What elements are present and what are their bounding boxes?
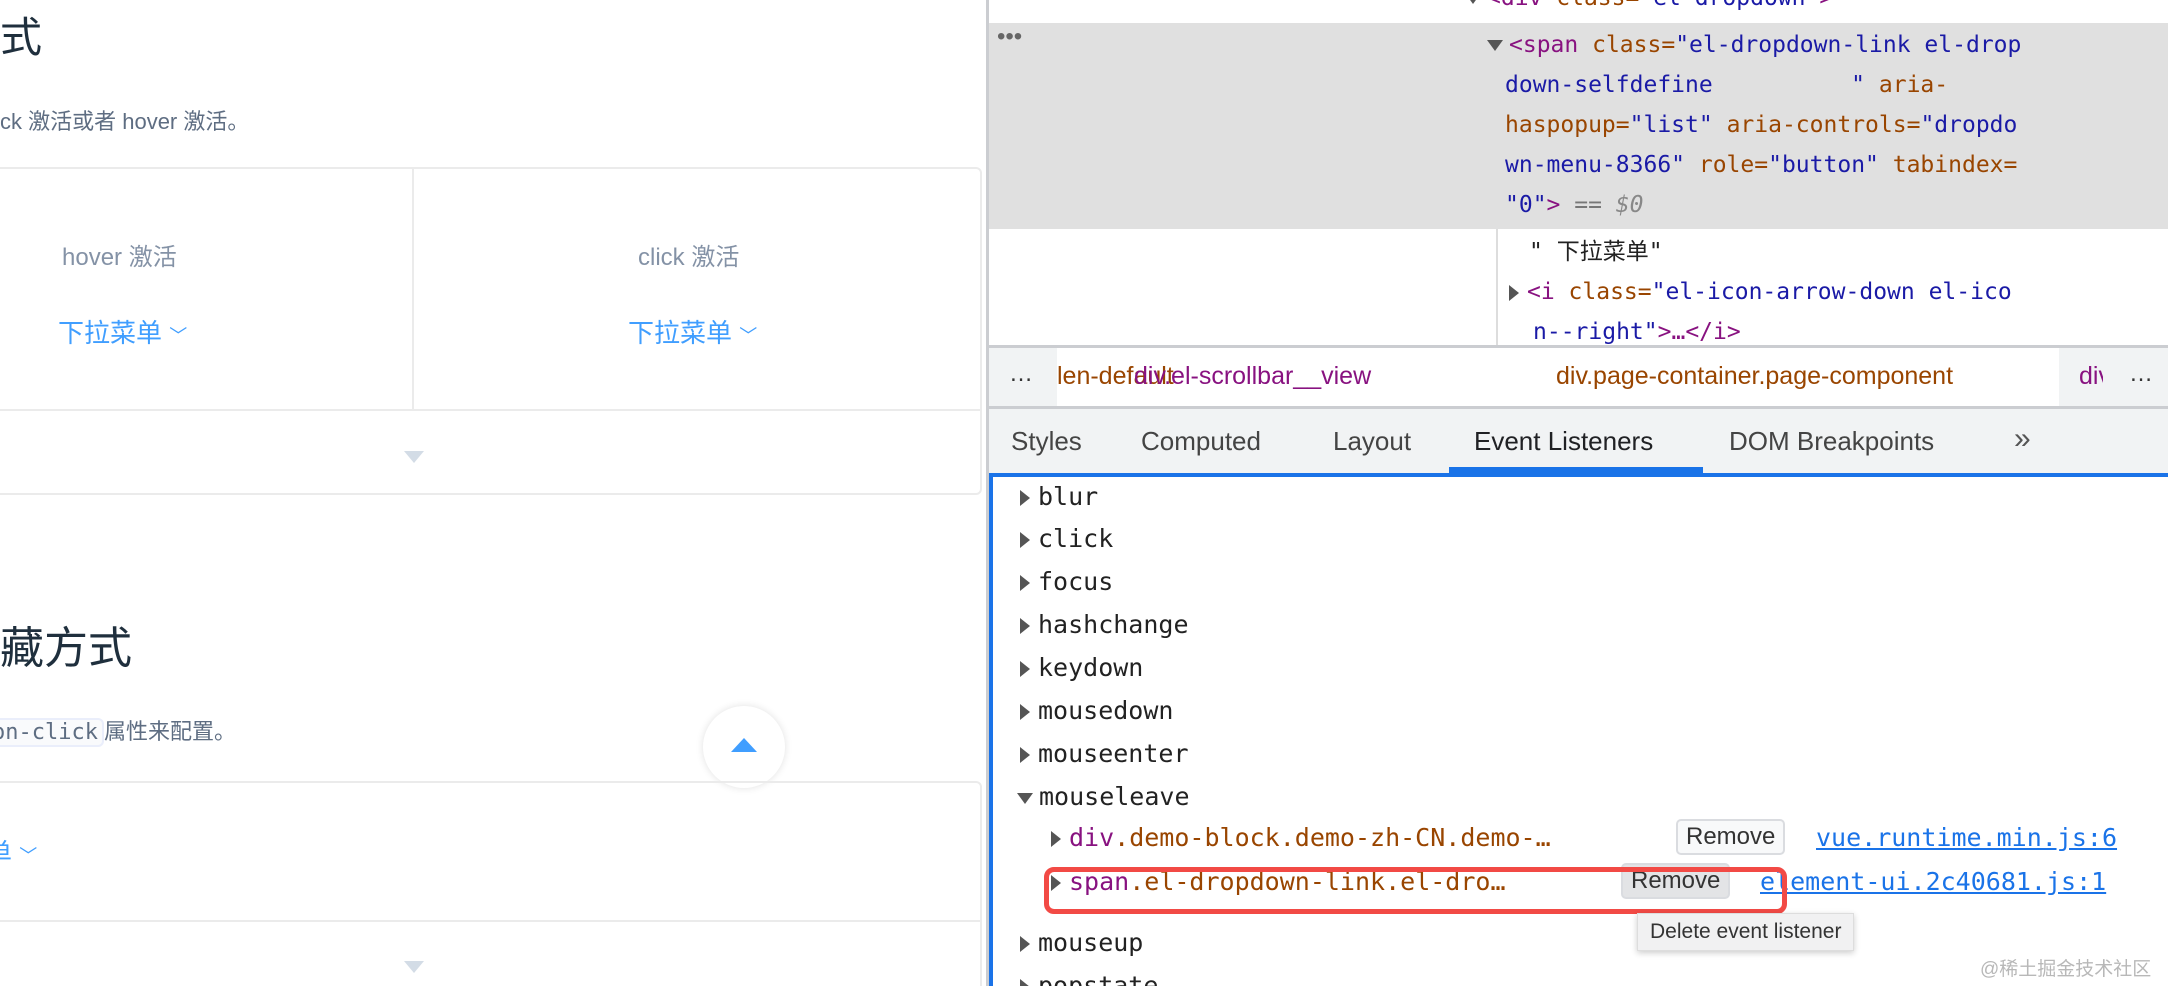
tab-event-listeners[interactable]: Event Listeners [1449, 409, 1703, 473]
hover-dropdown[interactable]: 下拉菜单 ﹀ [58, 313, 187, 350]
column-divider [412, 169, 414, 409]
row-divider [0, 409, 982, 411]
scroll-right-button[interactable]: … [2129, 360, 2153, 388]
scroll-left-button[interactable]: … [1009, 360, 1033, 388]
click-dropdown[interactable]: 下拉菜单 ﹀ [628, 313, 757, 350]
section-heading: 式 [0, 14, 43, 61]
tree-guide [1496, 229, 1498, 347]
chevron-down-icon: ﹀ [169, 326, 188, 346]
section-description: 属性来配置。 [103, 719, 236, 744]
more-options-icon[interactable]: ••• [997, 23, 1022, 51]
tab-computed[interactable]: Computed [1141, 426, 1261, 457]
dom-node-parent[interactable]: <div class="el-dropdown"> [1465, 0, 1833, 18]
listener-row[interactable]: div.demo-block.demo-zh-CN.demo-… [1051, 823, 1551, 852]
collapse-icon[interactable] [1487, 40, 1503, 51]
section-description: ck 激活或者 hover 激活。 [0, 109, 250, 134]
event-item-popstate[interactable]: popstate [1020, 971, 1158, 986]
active-tab-indicator [1449, 467, 1703, 473]
dom-node-child[interactable]: <i class="el-icon-arrow-down el-ico [1509, 272, 2012, 312]
tab-styles[interactable]: Styles [1011, 426, 1082, 457]
event-item-keydown[interactable]: keydown [1020, 653, 1143, 682]
demo-block: 单 ﹀ [0, 781, 982, 986]
arrow-up-icon [731, 738, 757, 752]
expand-code-icon[interactable] [404, 451, 424, 463]
row-divider [0, 920, 982, 922]
event-item-blur[interactable]: blur [1020, 482, 1098, 511]
remove-listener-button[interactable]: Remove [1676, 819, 1786, 855]
source-link[interactable]: vue.runtime.min.js:6 [1816, 823, 2117, 852]
back-to-top-button[interactable] [703, 706, 785, 788]
chevron-down-icon: ﹀ [739, 326, 758, 346]
watermark: @稀土掘金技术社区 [1980, 959, 2152, 980]
expand-code-icon[interactable] [404, 961, 424, 973]
tab-layout[interactable]: Layout [1333, 426, 1411, 457]
selected-dom-node[interactable]: ••• <span class="el-dropdown-link el-dro… [989, 23, 2168, 229]
breadcrumb-item[interactable]: div [2079, 362, 2103, 391]
breadcrumb-item[interactable]: div.page-container.page-component [1556, 362, 1953, 391]
click-label: click 激活 [638, 244, 740, 271]
event-listeners-pane: blur click focus hashchange keydown mous… [989, 477, 2168, 986]
breadcrumb-item[interactable]: div.el-scrollbar__view [1134, 362, 1371, 391]
chevron-down-icon: ﹀ [19, 846, 38, 866]
event-item-hashchange[interactable]: hashchange [1020, 610, 1189, 639]
breadcrumb: … len-default div.el-scrollbar__view div… [989, 345, 2168, 409]
dropdown[interactable]: 单 ﹀ [0, 833, 37, 870]
dropdown-label: 下拉菜单 [628, 318, 733, 348]
dropdown-label: 下拉菜单 [58, 318, 163, 348]
source-link[interactable]: element-ui.2c40681.js:1 [1760, 867, 2106, 896]
tab-dom-breakpoints[interactable]: DOM Breakpoints [1729, 426, 1934, 457]
demo-block: hover 激活 click 激活 下拉菜单 ﹀ 下拉菜单 ﹀ [0, 167, 982, 495]
event-item-mouseup[interactable]: mouseup [1020, 928, 1143, 957]
event-item-focus[interactable]: focus [1020, 567, 1113, 596]
tooltip: Delete event listener [1637, 913, 1855, 951]
event-item-mouseenter[interactable]: mouseenter [1020, 739, 1189, 768]
section-heading: 藏方式 [0, 624, 132, 673]
docs-page: 式 ck 激活或者 hover 激活。 hover 激活 click 激活 下拉… [0, 0, 986, 986]
sidebar-tabs: Styles Computed Layout Event Listeners D… [989, 409, 2168, 477]
event-item-mouseleave[interactable]: mouseleave [1017, 782, 1190, 811]
devtools-panel: <div class="el-dropdown"> ••• <span clas… [989, 0, 2168, 986]
event-item-click[interactable]: click [1020, 524, 1113, 553]
inline-code: on-click [0, 718, 104, 747]
text-node[interactable]: " 下拉菜单" [1529, 232, 1663, 272]
hover-label: hover 激活 [62, 244, 177, 271]
highlight-annotation [1044, 867, 1787, 914]
more-tabs-button[interactable]: » [2014, 422, 2031, 456]
event-item-mousedown[interactable]: mousedown [1020, 696, 1173, 725]
dropdown-label: 单 [0, 838, 12, 868]
